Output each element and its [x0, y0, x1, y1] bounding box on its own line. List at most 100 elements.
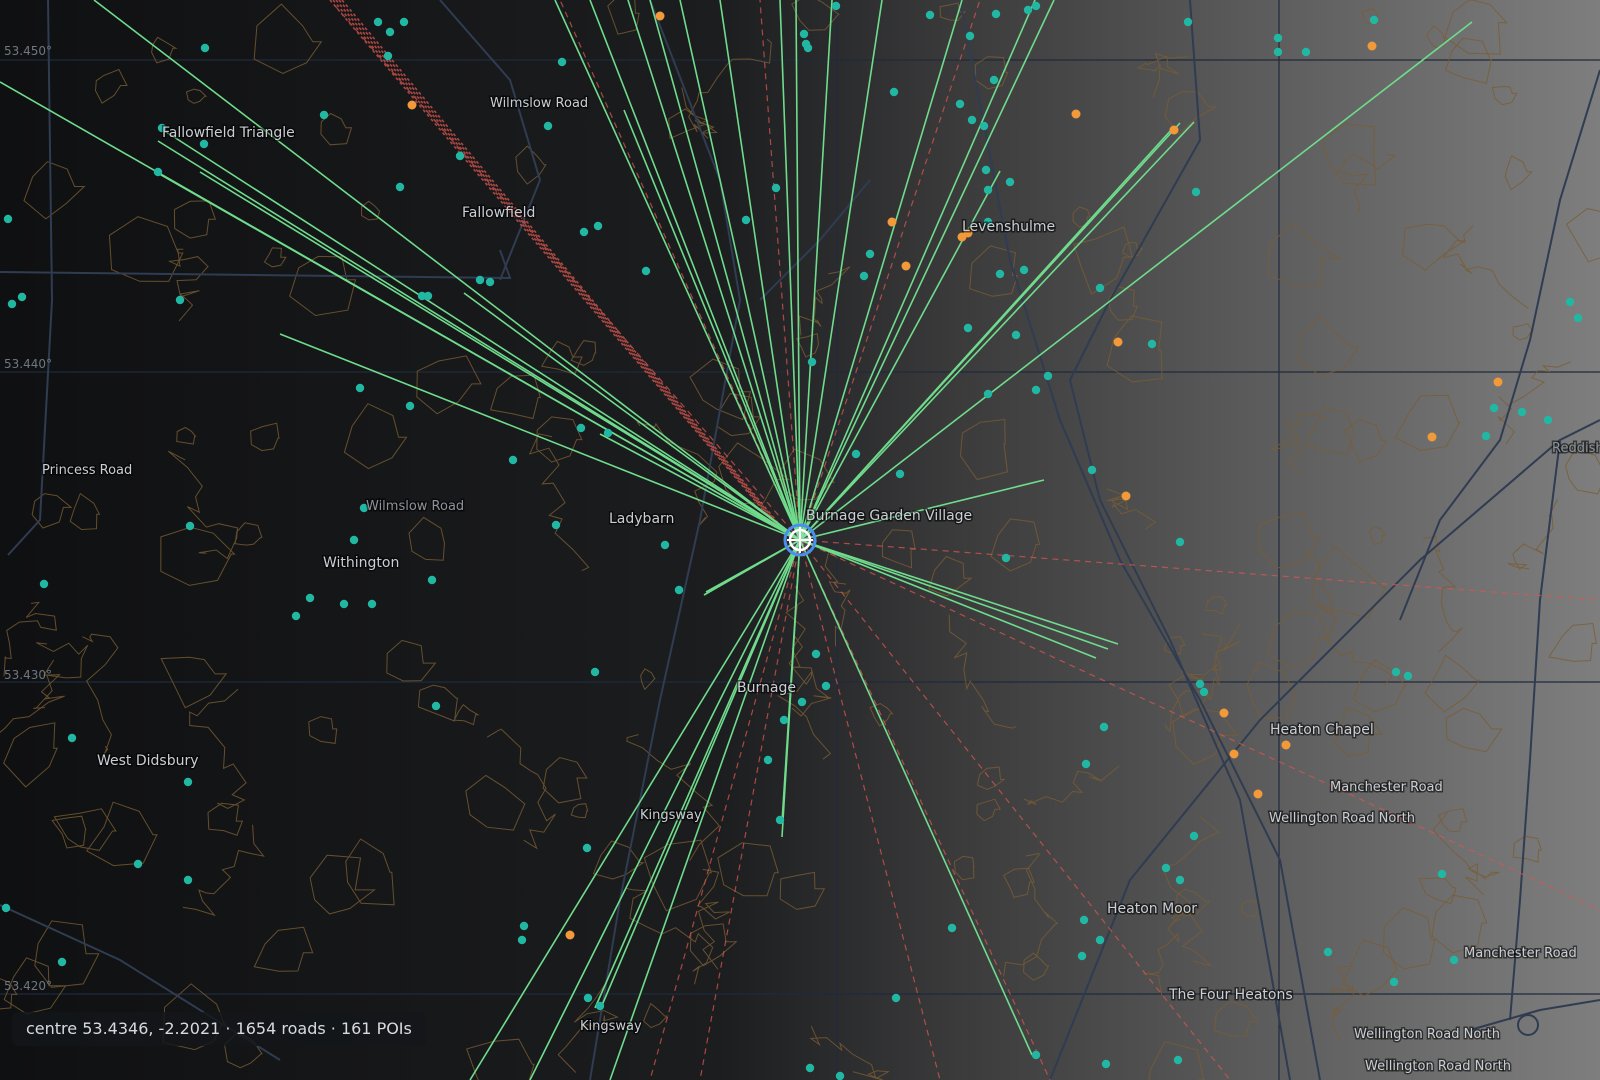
poi-marker — [543, 121, 553, 131]
poi-marker — [1301, 47, 1311, 57]
poi-marker — [865, 249, 875, 259]
poi-marker — [185, 521, 195, 531]
poi-marker — [775, 815, 785, 825]
poi-marker — [355, 383, 365, 393]
road-label: Wellington Road North — [1269, 811, 1415, 826]
crosshair-target-icon[interactable] — [783, 523, 817, 557]
poi-marker — [582, 843, 592, 853]
poi-marker — [67, 733, 77, 743]
poi-marker — [1273, 33, 1283, 43]
poi-marker — [291, 611, 301, 621]
poi-marker — [305, 593, 315, 603]
poi-marker — [576, 423, 586, 433]
poi-marker — [1175, 537, 1185, 547]
poi-marker — [1489, 403, 1499, 413]
road-label: Princess Road — [42, 463, 132, 478]
poi-marker — [1169, 125, 1179, 135]
road-label: Manchester Road — [1464, 946, 1577, 961]
poi-marker — [39, 579, 49, 589]
poi-marker — [3, 214, 13, 224]
poi-marker — [979, 121, 989, 131]
poi-marker — [519, 921, 529, 931]
map-canvas[interactable]: 53.450° 53.440° 53.430° 53.420° Fallowfi… — [0, 0, 1600, 1080]
poi-marker — [805, 1063, 815, 1073]
place-label: Burnage Garden Village — [806, 508, 972, 524]
poi-marker — [1389, 977, 1399, 987]
poi-marker — [1113, 337, 1123, 347]
map-svg[interactable]: 53.450° 53.440° 53.430° 53.420° Fallowfi… — [0, 0, 1600, 1080]
poi-marker — [1517, 407, 1527, 417]
poi-marker — [1031, 385, 1041, 395]
poi-marker — [1001, 553, 1011, 563]
poi-marker — [1099, 722, 1109, 732]
road-label: Wellington Road North — [1354, 1027, 1500, 1042]
poi-marker — [741, 215, 751, 225]
poi-marker — [1449, 955, 1459, 965]
poi-marker — [1191, 187, 1201, 197]
poi-marker — [579, 227, 589, 237]
place-label: Fallowfield — [462, 205, 535, 221]
poi-marker — [1, 903, 11, 913]
poi-marker — [455, 151, 465, 161]
poi-marker — [339, 599, 349, 609]
poi-marker — [1573, 313, 1583, 323]
poi-marker — [1161, 863, 1171, 873]
poi-marker — [983, 389, 993, 399]
poi-marker — [565, 930, 575, 940]
poi-marker — [1369, 15, 1379, 25]
road-label: Kingsway — [580, 1019, 642, 1034]
poi-marker — [183, 875, 193, 885]
poi-marker — [895, 469, 905, 479]
poi-marker — [1043, 371, 1053, 381]
poi-marker — [889, 87, 899, 97]
poi-marker — [508, 455, 518, 465]
poi-marker — [7, 299, 17, 309]
poi-marker — [1403, 671, 1413, 681]
poi-marker — [779, 715, 789, 725]
poi-marker — [803, 43, 813, 53]
poi-marker — [799, 29, 809, 39]
poi-marker — [200, 43, 210, 53]
poi-marker — [925, 10, 935, 20]
poi-marker — [1175, 875, 1185, 885]
poi-marker — [485, 277, 495, 287]
poi-marker — [1323, 947, 1333, 957]
poi-marker — [431, 701, 441, 711]
poi-marker — [1121, 491, 1131, 501]
poi-marker — [373, 17, 383, 27]
poi-marker — [1427, 432, 1437, 442]
poi-marker — [989, 75, 999, 85]
poi-marker — [660, 540, 670, 550]
road-label: Wilmslow Road — [366, 499, 464, 514]
poi-marker — [859, 271, 869, 281]
poi-marker — [349, 535, 359, 545]
poi-marker — [183, 777, 193, 787]
poi-marker — [17, 292, 27, 302]
road-label: Wellington Road North — [1365, 1059, 1511, 1074]
poi-marker — [981, 165, 991, 175]
poi-marker — [367, 599, 377, 609]
poi-marker — [1095, 283, 1105, 293]
poi-marker — [405, 401, 415, 411]
poi-marker — [1031, 1050, 1041, 1060]
poi-marker — [674, 585, 684, 595]
poi-marker — [991, 9, 1001, 19]
poi-marker — [1087, 465, 1097, 475]
poi-marker — [583, 993, 593, 1003]
poi-marker — [1173, 1055, 1183, 1065]
poi-marker — [887, 217, 897, 227]
place-label: The Four Heatons — [1168, 987, 1293, 1003]
poi-marker — [1253, 789, 1263, 799]
poi-marker — [1219, 708, 1229, 718]
poi-marker — [1229, 749, 1239, 759]
poi-marker — [771, 183, 781, 193]
poi-marker — [967, 115, 977, 125]
poi-marker — [1147, 339, 1157, 349]
poi-marker — [199, 139, 209, 149]
poi-marker — [955, 99, 965, 109]
poi-marker — [1011, 330, 1021, 340]
poi-marker — [557, 57, 567, 67]
lat-label: 53.420° — [4, 979, 52, 993]
lat-label: 53.430° — [4, 668, 52, 682]
poi-marker — [947, 923, 957, 933]
